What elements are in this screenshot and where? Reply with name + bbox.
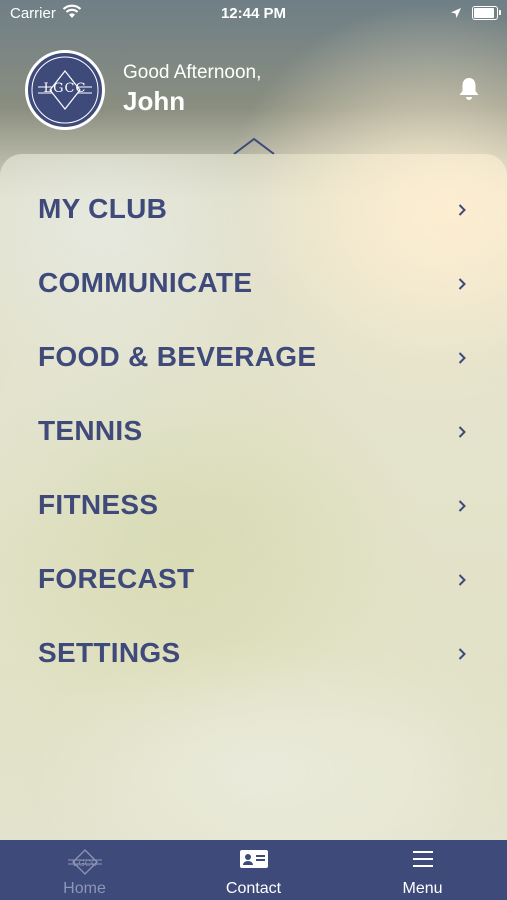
menu-item-label: MY CLUB	[38, 193, 168, 224]
tab-label: Home	[63, 880, 106, 897]
user-name: John	[123, 86, 186, 116]
chevron-right-icon	[458, 647, 466, 665]
hamburger-icon	[411, 848, 435, 875]
menu-item-label: TENNIS	[38, 415, 143, 446]
menu-item-settings[interactable]: SETTINGS	[0, 616, 507, 690]
club-logo[interactable]: LGCC	[25, 50, 105, 130]
menu-item-label: FITNESS	[38, 489, 159, 520]
status-bar: Carrier 12:44 PM	[0, 0, 507, 30]
menu-item-fitness[interactable]: FITNESS	[0, 468, 507, 542]
club-logo-icon: LGCC	[67, 848, 103, 881]
chevron-right-icon	[458, 351, 466, 369]
menu-item-label: SETTINGS	[38, 637, 181, 668]
menu-item-my-club[interactable]: MY CLUB	[0, 172, 507, 246]
logo-text: LGCC	[43, 81, 87, 96]
tab-contact[interactable]: Contact	[169, 840, 338, 900]
chevron-right-icon	[458, 573, 466, 591]
battery-icon	[472, 6, 501, 20]
menu-item-label: FOOD & BEVERAGE	[38, 341, 317, 372]
bell-icon[interactable]	[457, 76, 481, 107]
chevron-right-icon	[458, 203, 466, 221]
tab-bar: LGCC Home Contact Menu	[0, 840, 507, 900]
menu-item-label: FORECAST	[38, 563, 195, 594]
contact-card-icon	[239, 848, 269, 875]
menu-item-label: COMMUNICATE	[38, 267, 253, 298]
chevron-right-icon	[458, 425, 466, 443]
chevron-right-icon	[458, 499, 466, 517]
tab-label: Contact	[225, 880, 282, 897]
location-arrow-icon	[450, 6, 462, 23]
chevron-right-icon	[458, 277, 466, 295]
tab-menu[interactable]: Menu	[338, 840, 507, 900]
menu-item-tennis[interactable]: TENNIS	[0, 394, 507, 468]
menu-item-food-beverage[interactable]: FOOD & BEVERAGE	[0, 320, 507, 394]
svg-text:LGCC: LGCC	[73, 859, 97, 868]
status-time: 12:44 PM	[220, 5, 287, 22]
tab-label: Menu	[402, 880, 443, 897]
menu-item-communicate[interactable]: COMMUNICATE	[0, 246, 507, 320]
menu-list: MY CLUB COMMUNICATE FOOD & BEVERAGE TENN…	[0, 154, 507, 690]
greeting-text: Good Afternoon,	[123, 62, 262, 83]
tab-home[interactable]: LGCC Home	[0, 840, 169, 900]
menu-panel: MY CLUB COMMUNICATE FOOD & BEVERAGE TENN…	[0, 154, 507, 840]
menu-item-forecast[interactable]: FORECAST	[0, 542, 507, 616]
header: LGCC Good Afternoon, John	[0, 46, 507, 136]
